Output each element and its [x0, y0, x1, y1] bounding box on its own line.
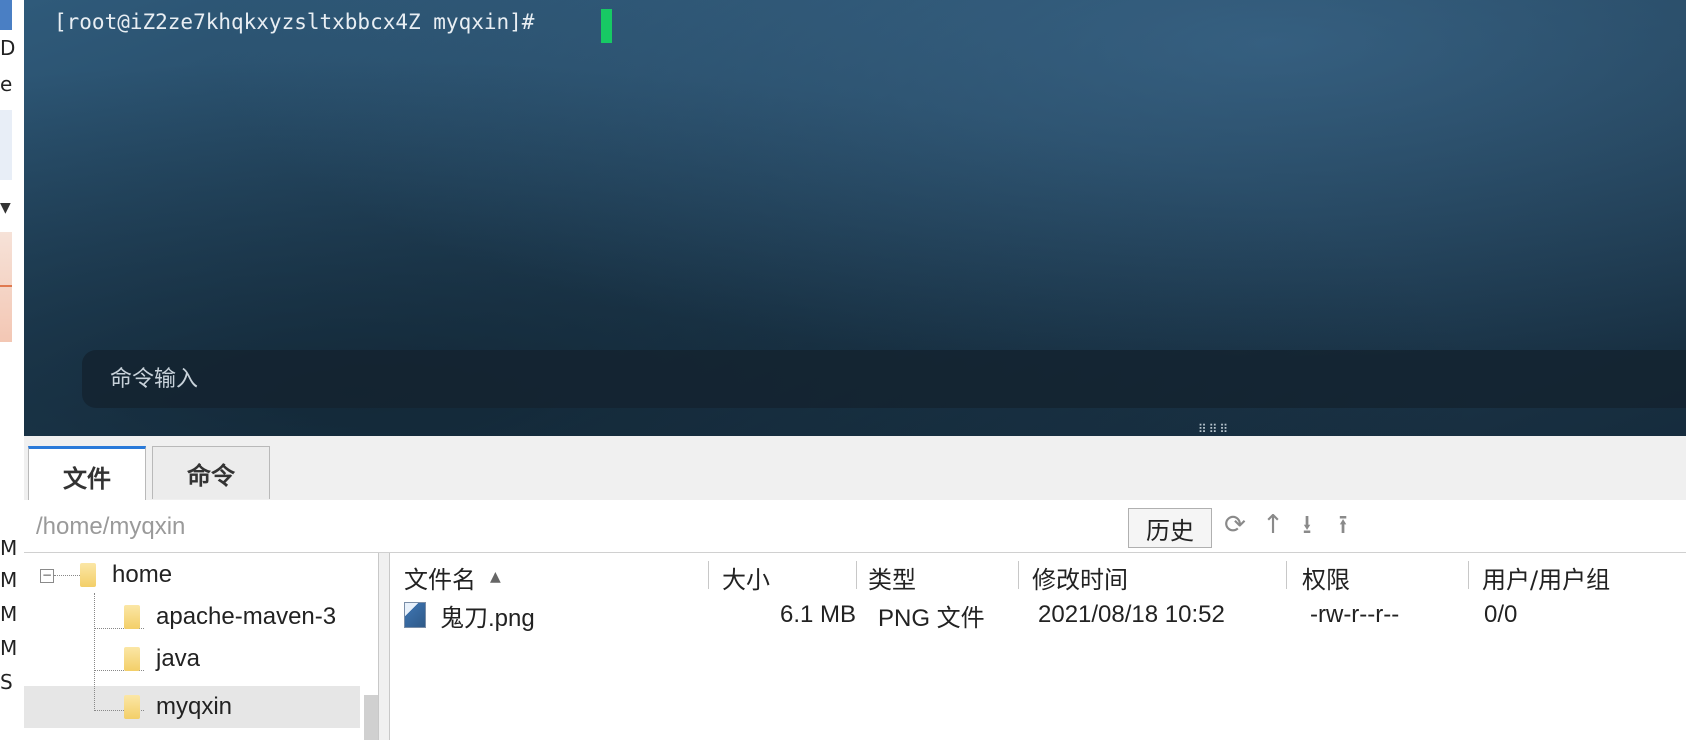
file-list: 文件名 ▲ 大小 类型 修改时间 权限 用户/用户组 鬼刀.png 6.1 MB…	[389, 553, 1686, 740]
left-panel-chart	[0, 232, 12, 342]
column-header-permissions[interactable]: 权限	[1302, 559, 1350, 595]
column-divider[interactable]	[1468, 561, 1469, 589]
file-name: 鬼刀.png	[440, 604, 535, 632]
tab-commands[interactable]: 命令	[152, 446, 270, 499]
file-permissions: -rw-r--r--	[1310, 601, 1400, 628]
left-panel-header	[0, 0, 12, 30]
tree-item-home[interactable]: home	[80, 555, 172, 595]
tree-item-label: java	[156, 645, 201, 672]
column-header-type[interactable]: 类型	[868, 559, 916, 595]
left-panel-fragment: S	[0, 670, 13, 694]
tree-item-label: home	[112, 561, 173, 588]
folder-icon	[80, 563, 96, 587]
path-input[interactable]	[34, 508, 1128, 546]
tree-connector	[94, 593, 95, 711]
tree-item-myqxin[interactable]: myqxin	[124, 687, 232, 727]
tree-item-label: apache-maven-3	[156, 603, 337, 630]
folder-icon	[124, 647, 140, 671]
column-header-name[interactable]: 文件名 ▲	[404, 559, 501, 595]
image-file-icon	[404, 602, 426, 628]
column-header-owner[interactable]: 用户/用户组	[1482, 559, 1610, 595]
left-panel-block	[0, 110, 12, 180]
resize-handle[interactable]: ⠿⠿⠿	[1184, 423, 1244, 435]
left-panel-fragment: M	[0, 536, 18, 560]
up-directory-icon[interactable]: ↑	[1258, 510, 1288, 540]
file-modified: 2021/08/18 10:52	[1038, 601, 1225, 628]
left-panel-fragment: M	[0, 636, 18, 660]
terminal-cursor	[601, 9, 612, 43]
collapse-toggle-icon[interactable]: −	[40, 569, 54, 583]
column-header-size[interactable]: 大小	[722, 559, 770, 595]
left-panel-fragment: M	[0, 602, 18, 626]
tree-connector	[54, 575, 80, 576]
column-divider[interactable]	[856, 561, 857, 589]
directory-tree: − home apache-maven-3 java myqxin	[24, 553, 379, 740]
file-name-cell: 鬼刀.png	[404, 597, 535, 633]
bottom-tab-bar: 文件 命令	[24, 436, 1686, 503]
folder-icon	[124, 605, 140, 629]
column-divider[interactable]	[1286, 561, 1287, 589]
column-divider[interactable]	[708, 561, 709, 589]
left-panel-chart-line	[0, 285, 12, 287]
command-input-bar[interactable]	[82, 350, 1686, 408]
terminal-prompt: [root@iZ2ze7khqkxyzsltxbbcx4Z myqxin]#	[54, 10, 535, 34]
chevron-down-icon[interactable]: ▼	[0, 200, 11, 216]
file-type: PNG 文件	[878, 604, 985, 632]
tree-item-apache-maven[interactable]: apache-maven-3	[124, 597, 336, 637]
command-input[interactable]	[108, 358, 1612, 400]
column-header-label: 文件名	[404, 565, 476, 594]
folder-icon	[124, 695, 140, 719]
download-icon[interactable]: ⭳	[1292, 510, 1322, 540]
column-header-modified[interactable]: 修改时间	[1032, 559, 1128, 595]
tree-scrollbar[interactable]	[364, 695, 378, 740]
path-bar: 历史 ⟳ ↑ ⭳ ⭱	[24, 500, 1686, 553]
left-panel-fragment: D	[0, 36, 16, 60]
terminal-pane[interactable]: [root@iZ2ze7khqkxyzsltxbbcx4Z myqxin]# ⠿…	[24, 0, 1686, 436]
file-owner: 0/0	[1484, 601, 1518, 628]
left-panel-fragment: e	[0, 72, 13, 96]
left-clipped-panel: D e ▼ M M M M S	[0, 0, 25, 740]
left-panel-fragment: M	[0, 568, 18, 592]
history-button[interactable]: 历史	[1128, 508, 1212, 548]
tab-files[interactable]: 文件	[28, 446, 146, 503]
sort-ascending-icon: ▲	[490, 569, 501, 585]
upload-icon[interactable]: ⭱	[1328, 510, 1358, 540]
refresh-icon[interactable]: ⟳	[1220, 510, 1250, 540]
column-divider[interactable]	[1018, 561, 1019, 589]
file-size: 6.1 MB	[779, 601, 856, 628]
tree-item-label: myqxin	[156, 693, 233, 720]
tree-item-java[interactable]: java	[124, 639, 200, 679]
